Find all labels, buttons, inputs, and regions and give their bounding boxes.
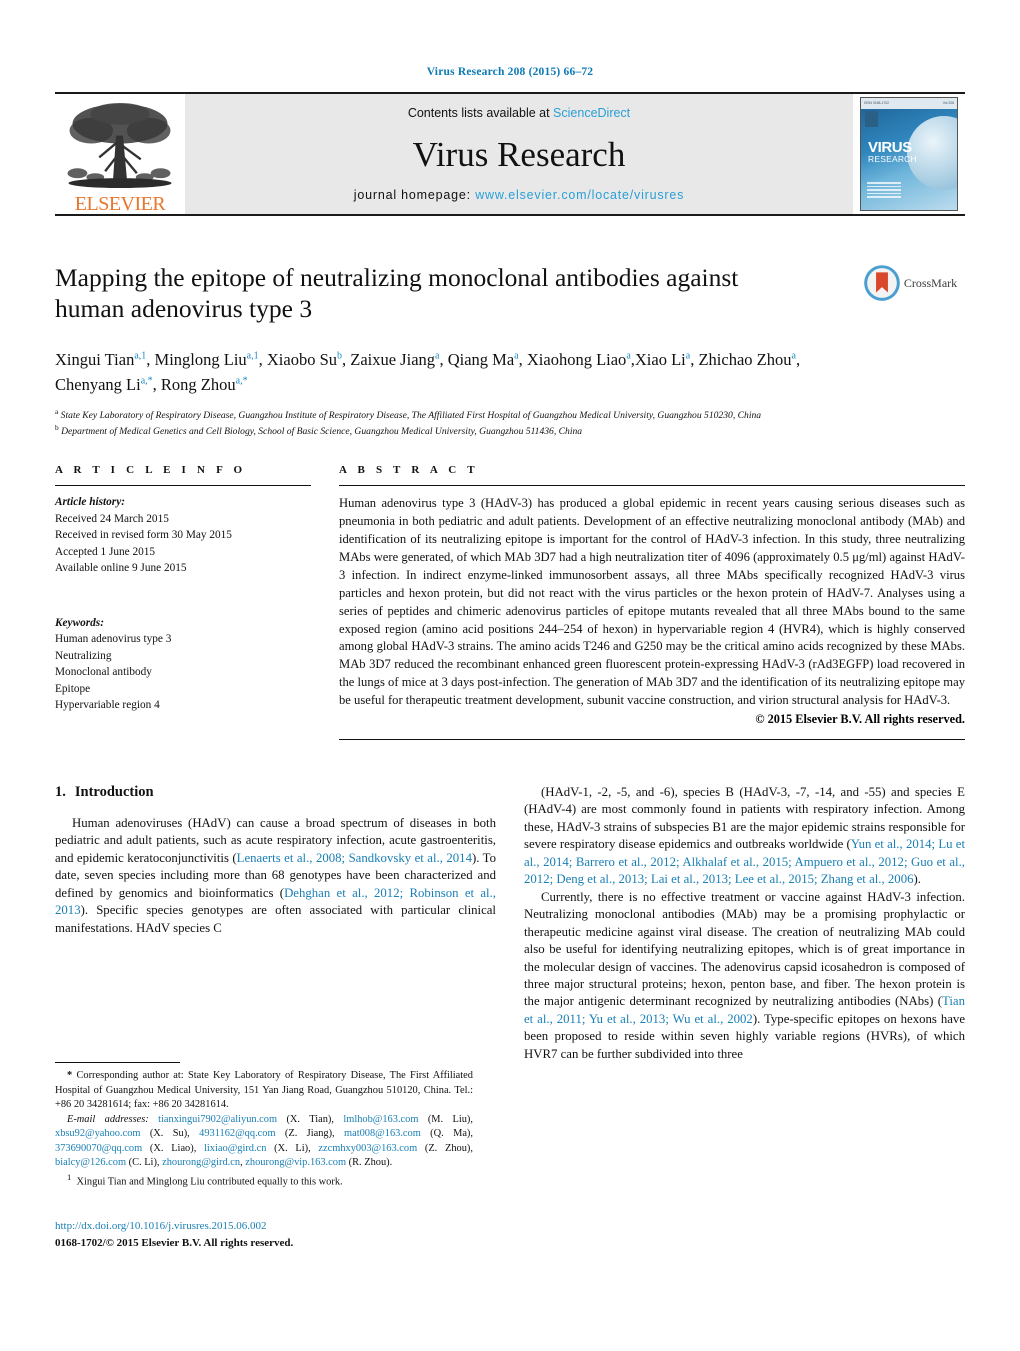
- author-affiliation-marker: a,*: [235, 375, 248, 387]
- section-title: Introduction: [74, 783, 154, 800]
- author-name: Qiang Ma: [447, 349, 515, 369]
- section-heading-introduction: 1. Introduction: [55, 784, 496, 801]
- author-affiliation-marker: a: [685, 350, 691, 362]
- intro-paragraph-right-1: (HAdV-1, -2, -5, and -6), species B (HAd…: [524, 784, 965, 887]
- article-history-item: Available online 9 June 2015: [55, 562, 187, 575]
- abstract-text: Human adenovirus type 3 (HAdV-3) has pro…: [339, 496, 965, 708]
- author-name: Xiaohong Liao: [526, 349, 627, 369]
- issn-copyright-line: 0168-1702/© 2015 Elsevier B.V. All right…: [55, 1236, 294, 1249]
- author-affiliation-marker: a,1: [134, 350, 147, 362]
- author-list: Xingui Tiana,1, Minglong Liua,1, Xiaobo …: [55, 349, 801, 394]
- sciencedirect-link[interactable]: ScienceDirect: [553, 106, 630, 120]
- doi-link[interactable]: http://dx.doi.org/10.1016/j.virusres.201…: [55, 1218, 293, 1235]
- author-affiliation-marker: a,*: [140, 375, 153, 387]
- article-history-block: Article history: Received 24 March 2015 R…: [55, 486, 311, 576]
- author-name: Minglong Liu: [154, 349, 247, 369]
- crossmark-icon: [864, 265, 900, 301]
- contents-available-line: Contents lists available at ScienceDirec…: [408, 106, 630, 120]
- info-abstract-section: A R T I C L E I N F O Article history: R…: [55, 464, 965, 740]
- intro-paragraph-left: Human adenoviruses (HAdV) can cause a br…: [55, 815, 496, 935]
- crossmark-badge[interactable]: CrossMark: [855, 262, 965, 302]
- abstract-copyright: © 2015 Elsevier B.V. All rights reserved…: [755, 711, 965, 726]
- cover-text-lines: [867, 182, 901, 200]
- journal-masthead: ELSEVIER Contents lists available at Sci…: [55, 92, 965, 216]
- keyword-item: Epitope: [55, 682, 91, 695]
- elsevier-tree-icon: [67, 102, 172, 189]
- affiliation-marker: b: [55, 422, 59, 432]
- intro-paragraph-right-2: Currently, there is no effective treatme…: [524, 889, 965, 1061]
- doi-block: http://dx.doi.org/10.1016/j.virusres.201…: [55, 1218, 293, 1251]
- elsevier-logo: ELSEVIER: [55, 94, 185, 214]
- homepage-prefix: journal homepage:: [353, 188, 476, 202]
- keyword-item: Monoclonal antibody: [55, 666, 152, 679]
- crossmark-label: CrossMark: [903, 275, 958, 290]
- contents-prefix: Contents lists available at: [407, 106, 554, 120]
- author-name: Chenyang Li: [55, 374, 141, 394]
- masthead-center: Contents lists available at ScienceDirec…: [185, 94, 853, 214]
- abstract-column: A B S T R A C T Human adenovirus type 3 …: [339, 464, 965, 740]
- affiliation-item: a State Key Laboratory of Respiratory Di…: [55, 406, 762, 422]
- running-head: Virus Research 208 (2015) 66–72: [426, 66, 594, 78]
- article-page: Virus Research 208 (2015) 66–72 ELSEVIER…: [0, 0, 1020, 1351]
- footnote-equal-contribution: 1 Xingui Tian and Minglong Liu contribut…: [67, 1171, 343, 1188]
- author-name: Xiao Li: [634, 349, 686, 369]
- footnote-corresponding-author: * Corresponding author at: State Key Lab…: [55, 1070, 473, 1111]
- author-affiliation-marker: a,1: [246, 350, 259, 362]
- author-affiliation-marker: b: [337, 350, 342, 362]
- article-history-item: Accepted 1 June 2015: [55, 545, 156, 558]
- article-history-label: Article history:: [55, 496, 125, 509]
- keywords-label: Keywords:: [55, 616, 104, 629]
- article-info-column: A R T I C L E I N F O Article history: R…: [55, 464, 311, 740]
- cover-publisher-mark: [865, 111, 878, 127]
- cover-image: ISSN 0168-1702 Vol 208 VIRUS RESEARCH: [860, 97, 958, 211]
- body-column-left: 1. Introduction Human adenoviruses (HAdV)…: [55, 784, 496, 1063]
- title-block: Mapping the epitope of neutralizing mono…: [55, 262, 965, 325]
- author-name: Rong Zhou: [160, 374, 236, 394]
- affiliation-list: a State Key Laboratory of Respiratory Di…: [55, 407, 915, 439]
- title-wrapper: Mapping the epitope of neutralizing mono…: [55, 262, 855, 325]
- section-number: 1.: [55, 783, 66, 800]
- author-name: Zhichao Zhou: [698, 349, 792, 369]
- abstract-rule-bottom: [339, 738, 965, 740]
- cover-topbar: ISSN 0168-1702 Vol 208: [861, 98, 957, 109]
- body-column-right: (HAdV-1, -2, -5, and -6), species B (HAd…: [524, 784, 965, 1063]
- author-affiliation-marker: a: [435, 350, 440, 362]
- cover-title-text: VIRUS RESEARCH: [868, 140, 917, 164]
- article-info-heading: A R T I C L E I N F O: [55, 464, 247, 477]
- author-name: Xingui Tian: [55, 349, 135, 369]
- keyword-item: Neutralizing: [55, 649, 112, 662]
- article-history-item: Received in revised form 30 May 2015: [55, 529, 232, 542]
- author-name: Zaixue Jiang: [350, 349, 436, 369]
- keyword-item: Hypervariable region 4: [55, 699, 160, 712]
- keywords-block: Keywords: Human adenovirus type 3 Neutral…: [55, 607, 311, 714]
- keywords-items: Human adenovirus type 3 Neutralizing Monoc…: [55, 631, 311, 713]
- keyword-item: Human adenovirus type 3: [55, 633, 172, 646]
- cover-title-sub: RESEARCH: [868, 154, 917, 164]
- elsevier-wordmark: ELSEVIER: [74, 193, 166, 215]
- journal-title: Virus Research: [412, 134, 626, 174]
- affiliation-marker: a: [55, 406, 59, 416]
- author-name: Xiaobo Su: [266, 349, 337, 369]
- footnote-email-addresses: E-mail addresses: tianxingui7902@aliyun.…: [55, 1113, 473, 1169]
- article-history-item: Received 24 March 2015: [55, 512, 169, 525]
- body-columns: 1. Introduction Human adenoviruses (HAdV)…: [55, 784, 965, 1063]
- page-title: Mapping the epitope of neutralizing mono…: [55, 263, 739, 324]
- author-affiliation-marker: a: [514, 350, 519, 362]
- affiliation-item: b Department of Medical Genetics and Cel…: [55, 422, 583, 437]
- author-affiliation-marker: a: [626, 350, 631, 362]
- abstract-heading: A B S T R A C T: [339, 464, 479, 477]
- homepage-url-link[interactable]: www.elsevier.com/locate/virusres: [475, 188, 684, 202]
- journal-cover-thumbnail: ISSN 0168-1702 Vol 208 VIRUS RESEARCH: [853, 94, 965, 214]
- article-history-items: Received 24 March 2015 Received in revise…: [55, 511, 311, 577]
- footnote-divider: [55, 1062, 180, 1063]
- footnote-block: * Corresponding author at: State Key Lab…: [55, 1062, 473, 1190]
- author-affiliation-marker: a: [791, 350, 796, 362]
- journal-homepage-line: journal homepage: www.elsevier.com/locat…: [354, 188, 684, 202]
